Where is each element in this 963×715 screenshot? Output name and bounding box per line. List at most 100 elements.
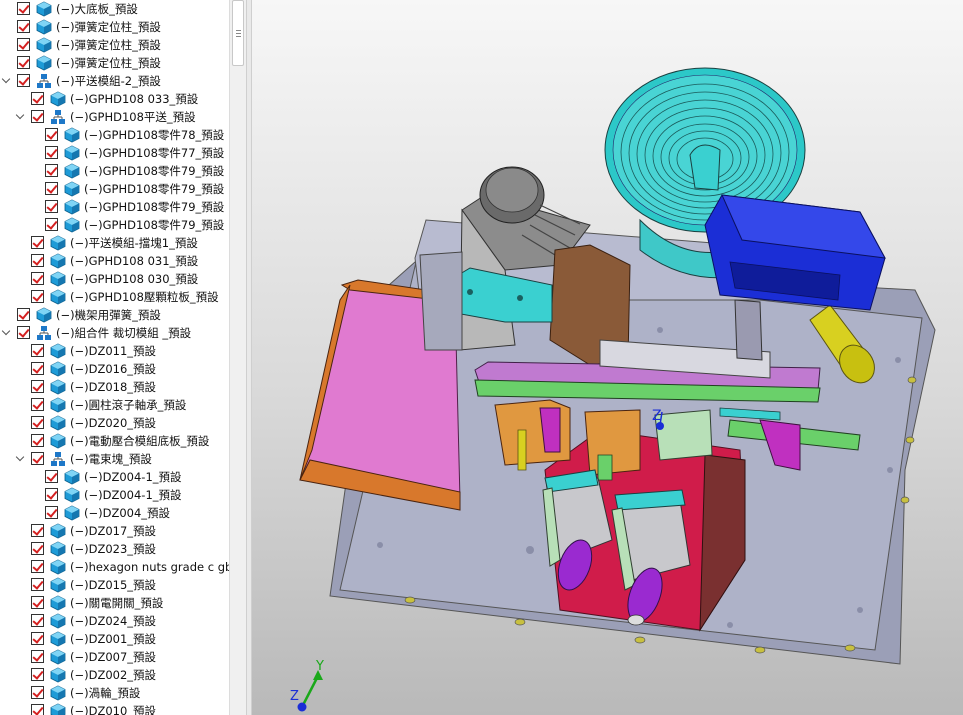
- tree-item[interactable]: (−)GPHD108零件79_預設: [0, 216, 229, 234]
- scrollbar-thumb[interactable]: [232, 0, 244, 66]
- visibility-checkbox[interactable]: [31, 686, 44, 699]
- tree-item[interactable]: (−)DZ004-1_預設: [0, 486, 229, 504]
- visibility-checkbox[interactable]: [45, 128, 58, 141]
- part-icon: [50, 541, 66, 557]
- visibility-checkbox[interactable]: [31, 110, 44, 123]
- tree-item[interactable]: (−)DZ001_預設: [0, 630, 229, 648]
- part-icon: [50, 235, 66, 251]
- visibility-checkbox[interactable]: [17, 74, 30, 87]
- visibility-checkbox[interactable]: [17, 308, 30, 321]
- visibility-checkbox[interactable]: [31, 380, 44, 393]
- visibility-checkbox[interactable]: [31, 632, 44, 645]
- tree-item[interactable]: (−)DZ010_預設: [0, 702, 229, 715]
- part-icon: [50, 667, 66, 683]
- tree-item[interactable]: (−)GPHD108 033_預設: [0, 90, 229, 108]
- tree-item[interactable]: (−)平送模組-擋塊1_預設: [0, 234, 229, 252]
- visibility-checkbox[interactable]: [31, 254, 44, 267]
- visibility-checkbox[interactable]: [45, 164, 58, 177]
- visibility-checkbox[interactable]: [31, 236, 44, 249]
- visibility-checkbox[interactable]: [45, 146, 58, 159]
- graphics-viewport[interactable]: Z Y Z: [252, 0, 963, 715]
- visibility-checkbox[interactable]: [31, 416, 44, 429]
- tree-item[interactable]: (−)大底板_預設: [0, 0, 229, 18]
- expander-chevron-icon[interactable]: [16, 454, 26, 464]
- tree-item[interactable]: (−)GPHD108零件79_預設: [0, 198, 229, 216]
- visibility-checkbox[interactable]: [45, 506, 58, 519]
- tree-item[interactable]: (−)hexagon nuts grade c gb_G: [0, 558, 229, 576]
- tree-item[interactable]: (−)DZ004_預設: [0, 504, 229, 522]
- visibility-checkbox[interactable]: [45, 470, 58, 483]
- part-icon: [64, 181, 80, 197]
- tree-item-label: (−)GPHD108 030_預設: [70, 272, 199, 286]
- tree-item[interactable]: (−)彈簧定位柱_預設: [0, 54, 229, 72]
- tree-item[interactable]: (−)圓柱滾子軸承_預設: [0, 396, 229, 414]
- part-icon: [64, 199, 80, 215]
- tree-scrollbar[interactable]: [229, 0, 246, 715]
- tree-item[interactable]: (−)機架用彈簧_預設: [0, 306, 229, 324]
- part-icon: [50, 523, 66, 539]
- tree-item[interactable]: (−)彈簧定位柱_預設: [0, 36, 229, 54]
- visibility-checkbox[interactable]: [31, 452, 44, 465]
- visibility-checkbox[interactable]: [17, 20, 30, 33]
- tree-item[interactable]: (−)DZ002_預設: [0, 666, 229, 684]
- visibility-checkbox[interactable]: [31, 344, 44, 357]
- tree-item[interactable]: (−)DZ020_預設: [0, 414, 229, 432]
- visibility-checkbox[interactable]: [17, 56, 30, 69]
- visibility-checkbox[interactable]: [45, 218, 58, 231]
- visibility-checkbox[interactable]: [31, 650, 44, 663]
- tree-item[interactable]: (−)GPHD108零件79_預設: [0, 180, 229, 198]
- tree-item[interactable]: (−)DZ011_預設: [0, 342, 229, 360]
- tree-item[interactable]: (−)DZ024_預設: [0, 612, 229, 630]
- tree-item[interactable]: (−)GPHD108 031_預設: [0, 252, 229, 270]
- visibility-checkbox[interactable]: [31, 614, 44, 627]
- tree-item[interactable]: (−)DZ007_預設: [0, 648, 229, 666]
- tree-item[interactable]: (−)GPHD108零件78_預設: [0, 126, 229, 144]
- visibility-checkbox[interactable]: [45, 200, 58, 213]
- visibility-checkbox[interactable]: [31, 272, 44, 285]
- tree-item[interactable]: (−)GPHD108零件79_預設: [0, 162, 229, 180]
- visibility-checkbox[interactable]: [31, 524, 44, 537]
- tree-item[interactable]: (−)DZ016_預設: [0, 360, 229, 378]
- visibility-checkbox[interactable]: [31, 398, 44, 411]
- tree-item-label: (−)GPHD108零件79_預設: [84, 164, 225, 178]
- tree-item[interactable]: (−)DZ017_預設: [0, 522, 229, 540]
- visibility-checkbox[interactable]: [31, 542, 44, 555]
- visibility-checkbox[interactable]: [31, 434, 44, 447]
- visibility-checkbox[interactable]: [31, 704, 44, 715]
- visibility-checkbox[interactable]: [31, 362, 44, 375]
- tree-item[interactable]: (−)電動壓合模組底板_預設: [0, 432, 229, 450]
- visibility-checkbox[interactable]: [31, 578, 44, 591]
- tree-item[interactable]: (−)GPHD108 030_預設: [0, 270, 229, 288]
- tree-item[interactable]: (−)關電開關_預設: [0, 594, 229, 612]
- tree-item-label: (−)電動壓合模組底板_預設: [70, 434, 210, 448]
- visibility-checkbox[interactable]: [31, 668, 44, 681]
- visibility-checkbox[interactable]: [17, 326, 30, 339]
- tree-item[interactable]: (−)GPHD108平送_預設: [0, 108, 229, 126]
- tree-item[interactable]: (−)DZ015_預設: [0, 576, 229, 594]
- tree-item[interactable]: (−)平送模組-2_預設: [0, 72, 229, 90]
- expander-chevron-icon[interactable]: [2, 328, 12, 338]
- visibility-checkbox[interactable]: [31, 92, 44, 105]
- tree-item[interactable]: (−)渦輪_預設: [0, 684, 229, 702]
- tree-item[interactable]: (−)DZ018_預設: [0, 378, 229, 396]
- tree-item[interactable]: (−)GPHD108零件77_預設: [0, 144, 229, 162]
- visibility-checkbox[interactable]: [31, 596, 44, 609]
- tree-item[interactable]: (−)DZ023_預設: [0, 540, 229, 558]
- visibility-checkbox[interactable]: [45, 182, 58, 195]
- expander-chevron-icon[interactable]: [2, 76, 12, 86]
- tree-item[interactable]: (−)彈簧定位柱_預設: [0, 18, 229, 36]
- tree-item[interactable]: (−)組合件 裁切模組 _預設: [0, 324, 229, 342]
- tree-item-label: (−)GPHD108零件79_預設: [84, 182, 225, 196]
- part-icon: [36, 1, 52, 17]
- expander-chevron-icon[interactable]: [16, 112, 26, 122]
- visibility-checkbox[interactable]: [17, 38, 30, 51]
- column-left: [419, 251, 463, 351]
- visibility-checkbox[interactable]: [17, 2, 30, 15]
- visibility-checkbox[interactable]: [45, 488, 58, 501]
- tree-item[interactable]: (−)電束塊_預設: [0, 450, 229, 468]
- tree-item[interactable]: (−)GPHD108壓顆粒板_預設: [0, 288, 229, 306]
- visibility-checkbox[interactable]: [31, 560, 44, 573]
- tree-item[interactable]: (−)DZ004-1_預設: [0, 468, 229, 486]
- visibility-checkbox[interactable]: [31, 290, 44, 303]
- part-icon: [64, 487, 80, 503]
